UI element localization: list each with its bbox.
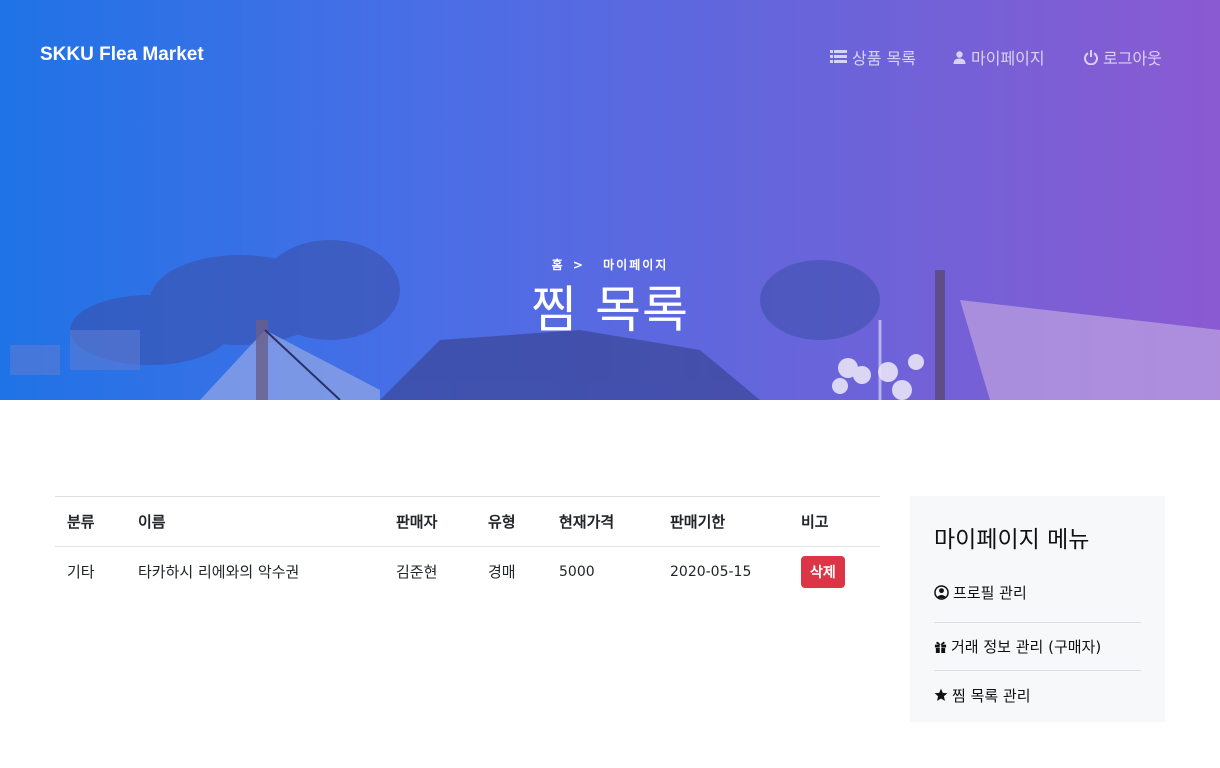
column-header-price: 현재가격 bbox=[547, 496, 658, 547]
user-circle-icon bbox=[934, 584, 949, 600]
gift-icon bbox=[934, 641, 947, 653]
nav-item-label: 상품 목록 bbox=[852, 49, 916, 68]
sidebar-item-label: 거래 정보 관리 (구매자) bbox=[951, 638, 1102, 656]
column-header-note: 비고 bbox=[789, 496, 880, 547]
cell-category: 기타 bbox=[67, 563, 95, 582]
delete-button[interactable]: 삭제 bbox=[801, 555, 845, 588]
navbar: SKKU Flea Market 상품 목록 마이페이지 로그아웃 bbox=[0, 0, 1220, 112]
column-header-type: 유형 bbox=[476, 496, 547, 547]
nav-item-mypage[interactable]: 마이페이지 bbox=[953, 45, 1045, 69]
column-header-name: 이름 bbox=[126, 496, 384, 547]
cell-price: 5000 bbox=[559, 563, 595, 580]
sidebar-item-trade-info[interactable]: 거래 정보 관리 (구매자) bbox=[934, 623, 1141, 671]
nav-item-logout[interactable]: 로그아웃 bbox=[1084, 45, 1162, 69]
sidebar-item-label: 찜 목록 관리 bbox=[952, 686, 1031, 705]
nav-item-label: 마이페이지 bbox=[971, 49, 1045, 68]
sidebar-item-wishlist[interactable]: 찜 목록 관리 bbox=[934, 671, 1141, 719]
hero-banner: SKKU Flea Market 상품 목록 마이페이지 로그아웃 홈 > 마이… bbox=[0, 0, 1220, 400]
column-header-seller: 판매자 bbox=[384, 496, 476, 547]
cell-name: 타카하시 리에와의 악수권 bbox=[138, 563, 300, 582]
sidebar-item-label: 프로필 관리 bbox=[953, 583, 1027, 602]
column-header-category: 분류 bbox=[55, 496, 126, 547]
power-icon bbox=[1084, 49, 1098, 65]
column-header-deadline: 판매기한 bbox=[658, 496, 789, 547]
cell-type: 경매 bbox=[488, 563, 516, 582]
nav-item-product-list[interactable]: 상품 목록 bbox=[830, 45, 916, 69]
wishlist-table: 분류 이름 판매자 유형 현재가격 판매기한 비고 기타 타카하시 리에와의 악… bbox=[55, 496, 880, 597]
cell-action: 삭제 bbox=[789, 547, 880, 597]
sidebar-item-profile[interactable]: 프로필 관리 bbox=[934, 574, 1141, 623]
nav-item-label: 로그아웃 bbox=[1103, 49, 1162, 68]
table-header-row: 분류 이름 판매자 유형 현재가격 판매기한 비고 bbox=[55, 496, 880, 547]
star-icon bbox=[934, 688, 948, 701]
table-row: 기타 타카하시 리에와의 악수권 김준현 경매 5000 2020-05-15 … bbox=[55, 547, 880, 597]
sidebar-title: 마이페이지 메뉴 bbox=[934, 527, 1090, 553]
list-icon bbox=[830, 50, 847, 63]
cell-seller: 김준현 bbox=[396, 563, 438, 582]
wishlist-table-container: 분류 이름 판매자 유형 현재가격 판매기한 비고 기타 타카하시 리에와의 악… bbox=[55, 496, 880, 597]
user-icon bbox=[953, 50, 966, 64]
page-title: 찜 목록 bbox=[531, 281, 689, 339]
cell-deadline: 2020-05-15 bbox=[670, 563, 752, 580]
mypage-sidebar: 마이페이지 메뉴 프로필 관리 거래 정보 관리 (구매자) 찜 목록 관리 bbox=[910, 496, 1165, 722]
brand-logo[interactable]: SKKU Flea Market bbox=[40, 44, 204, 66]
